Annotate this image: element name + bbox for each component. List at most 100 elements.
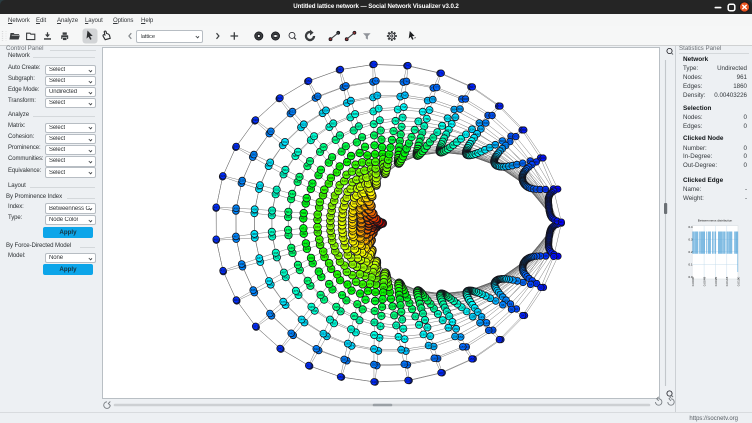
- svg-text:187: 187: [438, 371, 443, 375]
- svg-text:779: 779: [427, 108, 432, 112]
- svg-text:151: 151: [450, 320, 455, 324]
- svg-text:621: 621: [277, 96, 282, 100]
- svg-text:625: 625: [321, 145, 326, 149]
- svg-text:282: 282: [345, 342, 350, 346]
- svg-text:839: 839: [490, 114, 495, 118]
- svg-text:191: 191: [417, 323, 422, 327]
- svg-text:706: 706: [372, 152, 377, 156]
- svg-text:870: 870: [513, 135, 518, 139]
- svg-text:0.1: 0.1: [688, 263, 693, 267]
- svg-text:410: 410: [321, 250, 326, 254]
- svg-text:122: 122: [484, 321, 489, 325]
- svg-text:532: 532: [290, 192, 295, 196]
- svg-text:270: 270: [369, 276, 374, 280]
- svg-text:644: 644: [349, 170, 354, 174]
- svg-text:157: 157: [460, 345, 465, 349]
- svg-text:376: 376: [293, 289, 298, 293]
- svg-text:210: 210: [398, 303, 403, 307]
- svg-text:218: 218: [405, 379, 410, 383]
- svg-text:807: 807: [470, 85, 475, 89]
- svg-text:311: 311: [306, 364, 311, 368]
- svg-text:687: 687: [356, 124, 361, 128]
- svg-text:344: 344: [299, 318, 304, 322]
- svg-text:343: 343: [289, 331, 294, 335]
- svg-text:530: 530: [257, 183, 262, 187]
- svg-text:314: 314: [327, 318, 332, 322]
- svg-text:472: 472: [315, 225, 320, 229]
- svg-text:746: 746: [404, 80, 409, 84]
- svg-text:283: 283: [349, 327, 354, 331]
- svg-text:315: 315: [334, 305, 339, 309]
- svg-text:704: 704: [373, 166, 378, 170]
- svg-text:615: 615: [326, 161, 331, 165]
- svg-text:192: 192: [413, 315, 418, 319]
- svg-text:503: 503: [315, 213, 320, 217]
- svg-text:407: 407: [281, 271, 286, 275]
- svg-text:409: 409: [308, 256, 313, 260]
- svg-text:129: 129: [464, 310, 469, 314]
- svg-text:678: 678: [351, 129, 356, 133]
- svg-text:781: 781: [422, 124, 427, 128]
- svg-text:676: 676: [357, 151, 362, 155]
- svg-text:252: 252: [372, 333, 377, 337]
- svg-text:802: 802: [440, 124, 445, 128]
- svg-text:436: 436: [239, 262, 244, 266]
- svg-text:365: 365: [337, 260, 342, 264]
- svg-text:714: 714: [371, 62, 376, 66]
- svg-text:627: 627: [337, 165, 342, 169]
- svg-text:280: 280: [338, 375, 343, 379]
- svg-text:64: 64: [529, 283, 533, 287]
- svg-text:497: 497: [214, 205, 219, 209]
- svg-text:243: 243: [379, 314, 384, 318]
- svg-text:804: 804: [452, 108, 457, 112]
- svg-text:435: 435: [220, 269, 225, 273]
- svg-text:286: 286: [358, 292, 363, 296]
- svg-text:0.0095: 0.0095: [714, 276, 718, 286]
- svg-text:150: 150: [447, 314, 452, 318]
- svg-text:531: 531: [274, 188, 279, 192]
- svg-text:469: 469: [269, 230, 274, 234]
- svg-text:869: 869: [521, 128, 526, 132]
- svg-text:193: 193: [410, 307, 415, 311]
- svg-text:332: 332: [355, 256, 360, 260]
- svg-text:347: 347: [327, 282, 332, 286]
- svg-text:159: 159: [446, 326, 451, 330]
- svg-text:240: 240: [381, 291, 386, 295]
- svg-text:273: 273: [363, 298, 368, 302]
- svg-text:563: 563: [297, 175, 302, 179]
- svg-text:529: 529: [240, 179, 245, 183]
- svg-text:561: 561: [268, 161, 273, 165]
- svg-text:181: 181: [422, 318, 427, 322]
- svg-text:438: 438: [273, 251, 278, 255]
- svg-text:533: 533: [304, 196, 309, 200]
- svg-text:808: 808: [463, 97, 468, 101]
- svg-text:623: 623: [301, 122, 306, 126]
- svg-text:32: 32: [552, 255, 556, 259]
- svg-text:716: 716: [375, 94, 380, 98]
- svg-text:96: 96: [501, 303, 505, 307]
- svg-text:646: 646: [339, 150, 344, 154]
- svg-text:741: 741: [395, 108, 400, 112]
- svg-text:374: 374: [267, 312, 272, 316]
- svg-text:499: 499: [252, 207, 257, 211]
- svg-text:214: 214: [402, 337, 407, 341]
- svg-text:810: 810: [453, 115, 458, 119]
- svg-text:305: 305: [344, 299, 349, 303]
- svg-text:594: 594: [307, 159, 312, 163]
- svg-text:188: 188: [432, 356, 437, 360]
- svg-text:0.0190: 0.0190: [737, 276, 741, 286]
- svg-text:688: 688: [360, 135, 365, 139]
- svg-text:336: 336: [330, 288, 335, 292]
- svg-text:404: 404: [234, 298, 239, 302]
- svg-text:250: 250: [371, 363, 376, 367]
- svg-text:534: 534: [317, 200, 322, 204]
- svg-text:708: 708: [372, 134, 377, 138]
- svg-text:287: 287: [360, 282, 365, 286]
- svg-text:346: 346: [318, 293, 323, 297]
- svg-text:564: 564: [310, 182, 315, 186]
- svg-text:220: 220: [399, 348, 404, 352]
- svg-text:689: 689: [362, 145, 367, 149]
- svg-text:624: 624: [312, 134, 317, 138]
- svg-text:?: ?: [414, 36, 416, 40]
- svg-text:705: 705: [373, 160, 378, 164]
